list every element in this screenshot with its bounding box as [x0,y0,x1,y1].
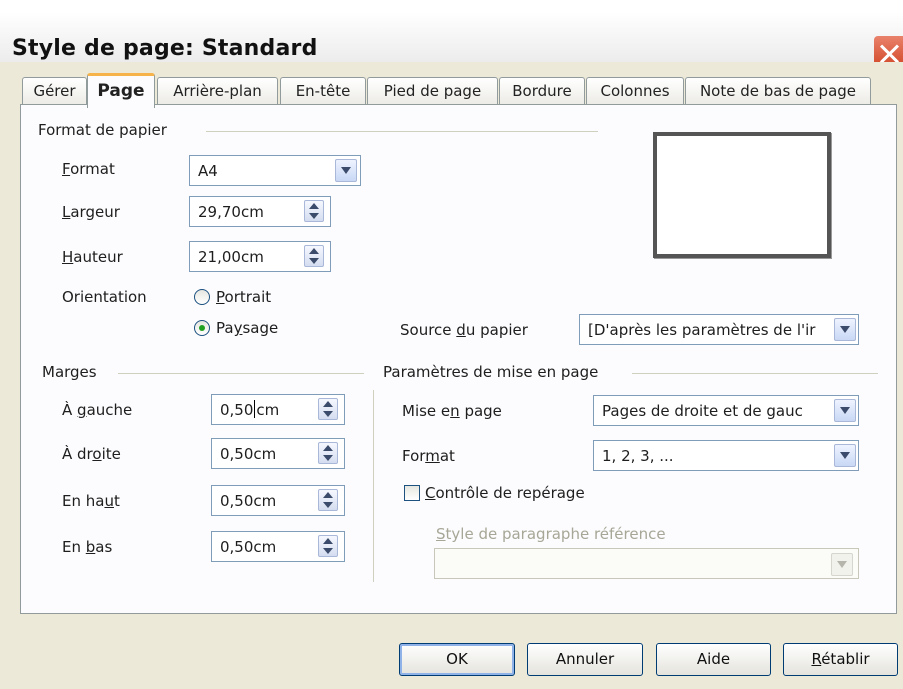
page-preview [653,132,831,258]
paper-source-select[interactable]: [D'après les paramètres de l'ir [579,314,859,345]
chevron-down-icon[interactable] [335,159,357,182]
chevron-down-icon [831,553,853,576]
register-true-checkbox[interactable] [404,485,420,501]
tab-bordure[interactable]: Bordure [499,77,585,105]
left-margin-spin-icon[interactable] [318,398,338,420]
left-margin-label: À gauche [62,401,133,419]
tab-page[interactable]: Page [87,73,155,108]
margins-group-label: Marges [42,363,97,381]
page-style-dialog: Style de page: Standard Gérer Page Arriè… [0,0,903,689]
reset-button[interactable]: Rétablir [783,643,898,676]
paper-source-label: Source du papier [400,321,528,339]
reference-style-label: Style de paragraphe référence [436,525,666,543]
portrait-label[interactable]: Portrait [216,288,271,306]
title-bar[interactable]: Style de page: Standard [0,12,903,72]
dialog-title: Style de page: Standard [12,36,318,61]
tab-en-tete[interactable]: En-tête [280,77,366,105]
section-divider [373,390,374,582]
top-margin-spin-icon[interactable] [318,489,338,511]
register-true-label[interactable]: Contrôle de repérage [425,484,585,502]
width-spin-icon[interactable] [304,200,324,222]
tab-pied-de-page[interactable]: Pied de page [367,77,498,105]
group-divider [118,373,364,374]
height-label: Hauteur [62,248,123,266]
chevron-down-icon[interactable] [834,318,856,341]
format-label: Format [62,160,115,178]
page-layout-select[interactable]: Pages de droite et de gauc [593,395,859,426]
text-cursor [254,400,256,418]
bottom-margin-spin-icon[interactable] [318,535,338,557]
numbering-format-label: Format [402,447,455,465]
group-divider [632,373,878,374]
page-layout-label: Mise en page [402,402,502,420]
layout-settings-group-label: Paramètres de mise en page [383,363,599,381]
right-margin-label: À droite [62,445,121,463]
group-divider [206,131,598,132]
cancel-button[interactable]: Annuler [527,643,643,676]
width-label: Largeur [62,203,120,221]
ok-button[interactable]: OK [399,643,515,676]
tab-arriere-plan[interactable]: Arrière-plan [157,77,278,105]
chevron-down-icon[interactable] [834,444,856,467]
numbering-format-select[interactable]: 1, 2, 3, ... [593,440,859,471]
bottom-margin-label: En bas [62,538,113,556]
landscape-label[interactable]: Paysage [216,319,278,337]
top-margin-label: En haut [62,492,120,510]
tab-note-de-bas-de-page[interactable]: Note de bas de page [685,77,871,105]
portrait-radio[interactable] [194,289,210,305]
help-button[interactable]: Aide [656,643,771,676]
reference-style-select [434,548,859,579]
chevron-down-icon[interactable] [834,399,856,422]
orientation-label: Orientation [62,288,147,306]
right-margin-spin-icon[interactable] [318,442,338,464]
landscape-radio[interactable] [194,320,210,336]
height-spin-icon[interactable] [304,245,324,267]
tab-gerer[interactable]: Gérer [22,77,87,105]
tab-colonnes[interactable]: Colonnes [586,77,684,105]
paper-format-group-label: Format de papier [38,121,167,139]
